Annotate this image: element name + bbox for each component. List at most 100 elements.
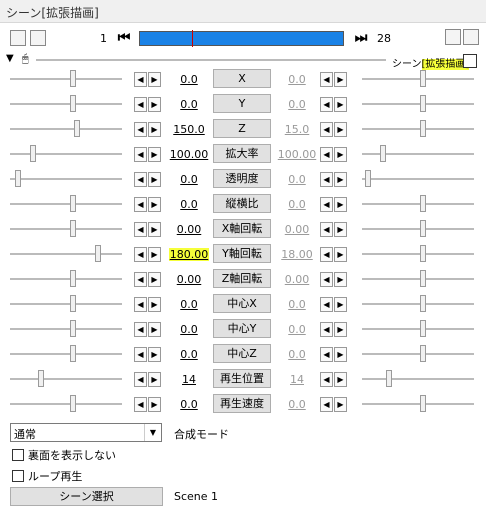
- right-value[interactable]: 0.00: [277, 223, 317, 236]
- right-slider-thumb[interactable]: [386, 370, 392, 387]
- left-slider-thumb[interactable]: [70, 295, 76, 312]
- left-slider-thumb[interactable]: [70, 270, 76, 287]
- increment-left-icon[interactable]: ▶: [148, 97, 161, 112]
- left-slider[interactable]: [10, 178, 122, 181]
- seek-marker[interactable]: [192, 30, 193, 47]
- forward-button[interactable]: ⏭: [352, 30, 370, 46]
- increment-right-icon[interactable]: ▶: [334, 172, 347, 187]
- right-slider-thumb[interactable]: [420, 195, 426, 212]
- decrement-right-icon[interactable]: ◀: [320, 147, 333, 162]
- left-value[interactable]: 0.0: [169, 298, 209, 311]
- increment-right-icon[interactable]: ▶: [334, 197, 347, 212]
- left-slider[interactable]: [10, 203, 122, 206]
- increment-right-icon[interactable]: ▶: [334, 372, 347, 387]
- camera-icon[interactable]: [10, 30, 26, 46]
- increment-right-icon[interactable]: ▶: [334, 222, 347, 237]
- right-slider[interactable]: [362, 78, 474, 81]
- decrement-right-icon[interactable]: ◀: [320, 272, 333, 287]
- enable-checkbox[interactable]: [463, 54, 477, 68]
- right-slider[interactable]: [362, 128, 474, 131]
- scene-select-button[interactable]: シーン選択: [10, 487, 163, 506]
- decrement-left-icon[interactable]: ◀: [134, 372, 147, 387]
- rewind-button[interactable]: ⏮: [115, 30, 133, 46]
- hide-back-checkbox[interactable]: [12, 449, 24, 461]
- right-slider[interactable]: [362, 203, 474, 206]
- increment-right-icon[interactable]: ▶: [334, 297, 347, 312]
- param-button[interactable]: 透明度: [213, 169, 271, 188]
- right-slider-thumb[interactable]: [420, 395, 426, 412]
- left-value[interactable]: 0.0: [169, 98, 209, 111]
- left-slider[interactable]: [10, 253, 122, 256]
- increment-left-icon[interactable]: ▶: [148, 72, 161, 87]
- display-icon[interactable]: [30, 30, 46, 46]
- left-slider-thumb[interactable]: [95, 245, 101, 262]
- right-value[interactable]: 0.0: [277, 398, 317, 411]
- right-slider[interactable]: [362, 278, 474, 281]
- left-slider-thumb[interactable]: [70, 195, 76, 212]
- right-slider[interactable]: [362, 403, 474, 406]
- left-value[interactable]: 100.00: [169, 148, 209, 161]
- increment-left-icon[interactable]: ▶: [148, 397, 161, 412]
- right-slider-thumb[interactable]: [420, 295, 426, 312]
- decrement-right-icon[interactable]: ◀: [320, 322, 333, 337]
- right-slider[interactable]: [362, 153, 474, 156]
- right-slider[interactable]: [362, 178, 474, 181]
- left-slider-thumb[interactable]: [70, 320, 76, 337]
- left-value[interactable]: 0.0: [169, 398, 209, 411]
- left-slider[interactable]: [10, 103, 122, 106]
- left-value[interactable]: 14: [169, 373, 209, 386]
- increment-right-icon[interactable]: ▶: [334, 147, 347, 162]
- left-slider[interactable]: [10, 153, 122, 156]
- decrement-left-icon[interactable]: ◀: [134, 147, 147, 162]
- increment-right-icon[interactable]: ▶: [334, 247, 347, 262]
- left-slider-thumb[interactable]: [70, 220, 76, 237]
- param-button[interactable]: Y軸回転: [213, 244, 271, 263]
- decrement-left-icon[interactable]: ◀: [134, 97, 147, 112]
- increment-left-icon[interactable]: ▶: [148, 197, 161, 212]
- decrement-right-icon[interactable]: ◀: [320, 372, 333, 387]
- decrement-right-icon[interactable]: ◀: [320, 222, 333, 237]
- increment-left-icon[interactable]: ▶: [148, 147, 161, 162]
- right-slider-thumb[interactable]: [420, 70, 426, 87]
- right-slider[interactable]: [362, 103, 474, 106]
- param-button[interactable]: 中心X: [213, 294, 271, 313]
- right-value[interactable]: 0.0: [277, 323, 317, 336]
- left-slider[interactable]: [10, 378, 122, 381]
- left-slider-thumb[interactable]: [70, 345, 76, 362]
- right-slider-thumb[interactable]: [420, 270, 426, 287]
- decrement-left-icon[interactable]: ◀: [134, 222, 147, 237]
- left-slider[interactable]: [10, 328, 122, 331]
- right-slider-thumb[interactable]: [420, 220, 426, 237]
- param-button[interactable]: 再生速度: [213, 394, 271, 413]
- chevron-down-icon[interactable]: ▼: [144, 424, 161, 441]
- right-value[interactable]: 0.0: [277, 298, 317, 311]
- left-slider[interactable]: [10, 78, 122, 81]
- right-slider[interactable]: [362, 353, 474, 356]
- right-value[interactable]: 0.0: [277, 348, 317, 361]
- right-slider-thumb[interactable]: [365, 170, 371, 187]
- right-value[interactable]: 0.0: [277, 198, 317, 211]
- left-value[interactable]: 0.00: [169, 273, 209, 286]
- right-slider-thumb[interactable]: [420, 95, 426, 112]
- right-slider[interactable]: [362, 328, 474, 331]
- timeline-seekbar[interactable]: [139, 30, 344, 47]
- increment-left-icon[interactable]: ▶: [148, 247, 161, 262]
- decrement-right-icon[interactable]: ◀: [320, 72, 333, 87]
- left-slider[interactable]: [10, 278, 122, 281]
- left-slider-thumb[interactable]: [30, 145, 36, 162]
- right-value[interactable]: 18.00: [277, 248, 317, 261]
- increment-right-icon[interactable]: ▶: [334, 97, 347, 112]
- left-slider[interactable]: [10, 403, 122, 406]
- left-slider-thumb[interactable]: [70, 70, 76, 87]
- decrement-right-icon[interactable]: ◀: [320, 297, 333, 312]
- left-slider-thumb[interactable]: [74, 120, 80, 137]
- left-value[interactable]: 0.0: [169, 73, 209, 86]
- param-button[interactable]: Z: [213, 119, 271, 138]
- decrement-left-icon[interactable]: ◀: [134, 347, 147, 362]
- left-value[interactable]: 0.0: [169, 323, 209, 336]
- left-value[interactable]: 0.0: [169, 198, 209, 211]
- decrement-left-icon[interactable]: ◀: [134, 397, 147, 412]
- param-button[interactable]: X: [213, 69, 271, 88]
- right-value[interactable]: 100.00: [277, 148, 317, 161]
- left-slider-thumb[interactable]: [70, 95, 76, 112]
